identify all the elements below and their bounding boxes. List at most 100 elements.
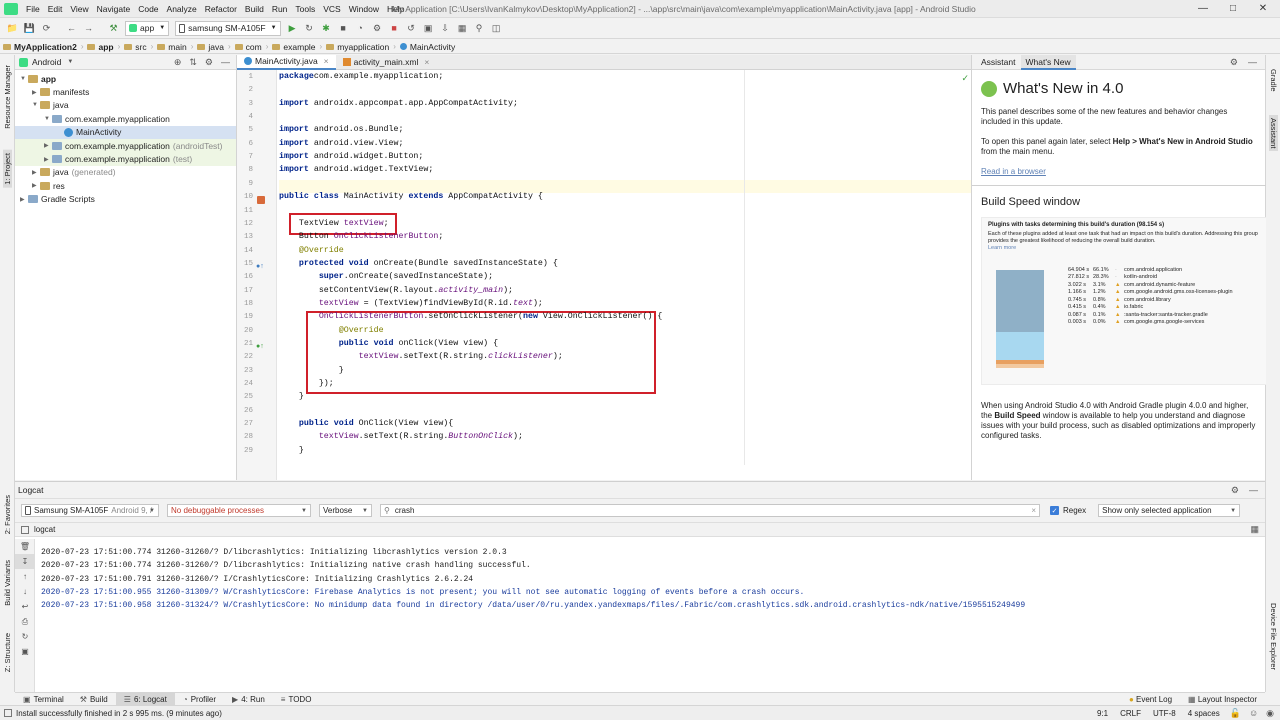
chevron-down-icon[interactable]: ▼ bbox=[67, 59, 73, 65]
tab-activity-main-xml[interactable]: activity_main.xml × bbox=[336, 55, 437, 70]
apply-changes-icon[interactable]: ↻ bbox=[303, 22, 316, 35]
breadcrumb-item[interactable]: src bbox=[121, 42, 149, 52]
tree-node[interactable]: MainActivity bbox=[15, 125, 236, 139]
chevron-right-icon[interactable]: ▶ bbox=[32, 169, 40, 176]
sync-gradle-icon[interactable]: ↺ bbox=[405, 22, 418, 35]
tree-node[interactable]: ▼ java bbox=[15, 99, 236, 112]
event-log-button[interactable]: ● Event Log bbox=[1121, 693, 1180, 706]
git-icon[interactable]: ◉ bbox=[1266, 708, 1274, 719]
tree-node[interactable]: ▼ app bbox=[15, 72, 236, 85]
menu-view[interactable]: View bbox=[66, 0, 92, 18]
close-tab-icon[interactable]: × bbox=[324, 56, 329, 66]
process-filter-select[interactable]: No debuggable processes ▼ bbox=[167, 504, 311, 517]
breadcrumb-item[interactable]: myapplication bbox=[323, 42, 392, 52]
logcat-search-field[interactable]: ⚲ crash × bbox=[380, 504, 1040, 517]
print-icon[interactable]: ⎙ bbox=[15, 614, 35, 629]
minimize-icon[interactable]: — bbox=[1188, 0, 1218, 18]
back-arrow-icon[interactable]: ← bbox=[65, 22, 78, 35]
override-gutter-icon[interactable]: ●↑ bbox=[256, 263, 264, 270]
line-separator[interactable]: CRLF bbox=[1120, 709, 1141, 718]
menu-vcs[interactable]: VCS bbox=[319, 0, 344, 18]
clear-logcat-icon[interactable]: 🗑 bbox=[15, 539, 35, 554]
collapse-all-icon[interactable]: ⇅ bbox=[189, 57, 197, 68]
tool-tab-4run[interactable]: ▶ 4: Run bbox=[224, 693, 273, 706]
caret-position[interactable]: 9:1 bbox=[1097, 709, 1108, 718]
chevron-down-icon[interactable]: ▼ bbox=[32, 102, 40, 108]
menu-window[interactable]: Window bbox=[345, 0, 383, 18]
log-level-select[interactable]: Verbose ▼ bbox=[319, 504, 372, 517]
menu-tools[interactable]: Tools bbox=[291, 0, 319, 18]
close-window-icon[interactable]: ✕ bbox=[1248, 0, 1278, 18]
breadcrumb-item[interactable]: com bbox=[232, 42, 265, 52]
tool-tab-6logcat[interactable]: ☰ 6: Logcat bbox=[115, 692, 175, 706]
tree-node[interactable]: ▶ manifests bbox=[15, 85, 236, 98]
build-variants-tab[interactable]: Build Variants bbox=[3, 560, 12, 606]
profile-icon[interactable]: ◔ bbox=[354, 22, 367, 35]
gradle-tab[interactable]: Gradle bbox=[1269, 69, 1278, 92]
resource-manager-tab[interactable]: Resource Manager bbox=[3, 65, 12, 129]
device-file-explorer-tab[interactable]: Device File Explorer bbox=[1269, 603, 1278, 670]
tree-node[interactable]: ▶ java (generated) bbox=[15, 166, 236, 179]
chevron-down-icon[interactable]: ▼ bbox=[20, 76, 28, 82]
breadcrumb-item[interactable]: main bbox=[154, 42, 189, 52]
layout-icon[interactable]: ▦ bbox=[1250, 524, 1259, 535]
implement-gutter-icon[interactable]: ●↑ bbox=[256, 343, 264, 350]
menu-navigate[interactable]: Navigate bbox=[93, 0, 135, 18]
sdk-manager-icon[interactable]: ⇩ bbox=[439, 22, 452, 35]
run-icon[interactable]: ▶ bbox=[286, 22, 299, 35]
clear-search-icon[interactable]: × bbox=[1031, 506, 1036, 515]
avd-manager-icon[interactable]: ▣ bbox=[422, 22, 435, 35]
hide-icon[interactable]: — bbox=[1249, 485, 1258, 495]
chevron-right-icon[interactable]: ▶ bbox=[44, 156, 52, 163]
restart-icon[interactable]: ↻ bbox=[15, 629, 35, 644]
up-stack-icon[interactable]: ↑ bbox=[15, 569, 35, 584]
tab-assistant[interactable]: Assistant bbox=[976, 55, 1021, 70]
logcat-subtab[interactable]: logcat bbox=[34, 525, 55, 534]
chevron-right-icon[interactable]: ▶ bbox=[32, 182, 40, 189]
gear-icon[interactable]: ⚙ bbox=[1231, 485, 1239, 496]
menu-code[interactable]: Code bbox=[134, 0, 162, 18]
menu-run[interactable]: Run bbox=[268, 0, 292, 18]
attach-debugger-icon[interactable]: ⚙ bbox=[371, 22, 384, 35]
figure-learn-more[interactable]: Learn more bbox=[988, 245, 1260, 251]
tree-node[interactable]: ▶ res bbox=[15, 179, 236, 192]
code-editor[interactable]: 1 2 3 4 5 6 7 8 9 10 11 12 13 14 15 16 17 18 19 20 21 22 23 24 2… bbox=[237, 70, 971, 480]
coverage-icon[interactable]: ■ bbox=[337, 22, 350, 35]
chevron-right-icon[interactable]: ▶ bbox=[32, 89, 40, 96]
layout-inspector-button[interactable]: ▦ Layout Inspector bbox=[1180, 693, 1265, 706]
read-in-browser-link[interactable]: Read in a browser bbox=[981, 167, 1257, 176]
project-tab[interactable]: 1: Project bbox=[3, 150, 12, 188]
stop-icon[interactable]: ■ bbox=[388, 22, 401, 35]
settings-icon[interactable]: ◫ bbox=[490, 22, 503, 35]
scroll-to-end-icon[interactable]: ↧ bbox=[15, 554, 35, 569]
device-select[interactable]: samsung SM-A105F ▼ bbox=[175, 20, 281, 36]
down-stack-icon[interactable]: ↓ bbox=[15, 584, 35, 599]
menu-analyze[interactable]: Analyze bbox=[163, 0, 201, 18]
menu-file[interactable]: File bbox=[22, 0, 44, 18]
soft-wrap-icon[interactable]: ↩ bbox=[15, 599, 35, 614]
breadcrumb-item[interactable]: MyApplication2 bbox=[0, 42, 80, 52]
regex-checkbox[interactable]: ✓ bbox=[1050, 506, 1059, 515]
search-icon[interactable]: ⚲ bbox=[473, 22, 486, 35]
tree-node[interactable]: ▶ com.example.myapplication (test) bbox=[15, 152, 236, 166]
tab-main-activity[interactable]: MainActivity.java × bbox=[237, 54, 336, 70]
tool-tab-profiler[interactable]: ◔ Profiler bbox=[175, 693, 224, 706]
assistant-tab[interactable]: Assistant bbox=[1269, 115, 1278, 152]
indent-setting[interactable]: 4 spaces bbox=[1188, 709, 1220, 718]
menu-refactor[interactable]: Refactor bbox=[201, 0, 241, 18]
tree-node[interactable]: ▶ Gradle Scripts bbox=[15, 193, 236, 206]
locate-icon[interactable]: ⊕ bbox=[174, 57, 182, 68]
screenshot-icon[interactable]: ▣ bbox=[15, 644, 35, 659]
chevron-right-icon[interactable]: ▶ bbox=[44, 142, 52, 149]
lock-icon[interactable]: 🔓 bbox=[1230, 708, 1241, 719]
breadcrumb-item[interactable]: MainActivity bbox=[397, 42, 458, 52]
maximize-icon[interactable]: □ bbox=[1218, 0, 1248, 18]
run-config-select[interactable]: app ▼ bbox=[125, 20, 170, 36]
gear-icon[interactable]: ⚙ bbox=[205, 57, 213, 68]
forward-arrow-icon[interactable]: → bbox=[82, 22, 95, 35]
menu-build[interactable]: Build bbox=[241, 0, 268, 18]
make-hammer-icon[interactable]: ⚒ bbox=[107, 22, 120, 35]
app-filter-select[interactable]: Show only selected application ▼ bbox=[1098, 504, 1241, 517]
tool-tab-build[interactable]: ⚒ Build bbox=[72, 693, 116, 706]
inspector-icon[interactable]: ☺ bbox=[1249, 708, 1258, 718]
